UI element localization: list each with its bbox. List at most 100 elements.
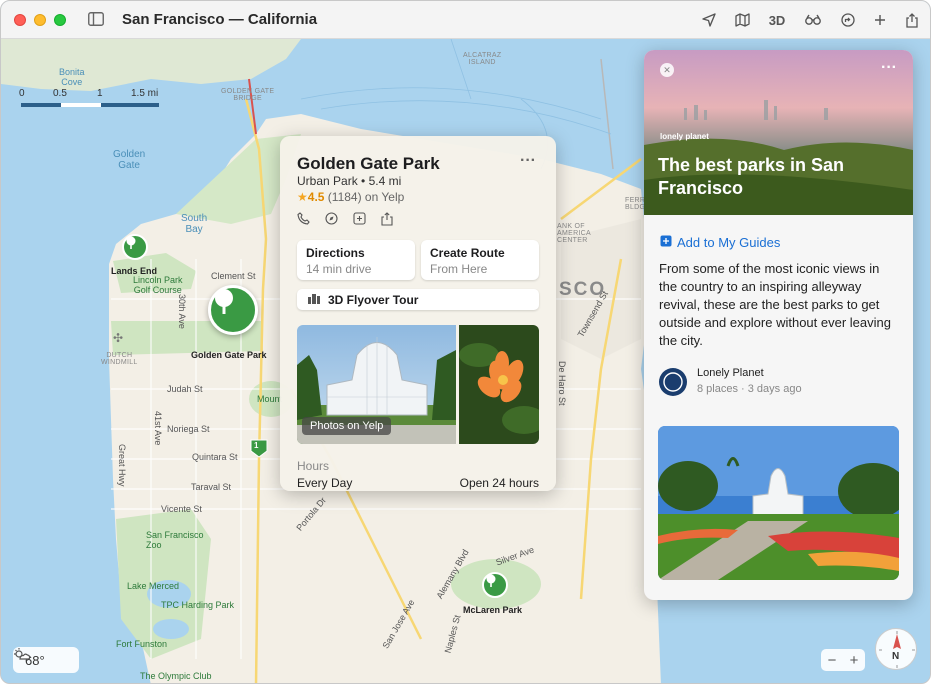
guide-panel: ✕ ··· lonely planet The best parks in Sa… bbox=[644, 50, 913, 600]
map-label-dutch-windmill[interactable]: DUTCH WINDMILL bbox=[101, 352, 138, 366]
guide-title: The best parks in San Francisco bbox=[658, 155, 845, 198]
maps-window: San Francisco — California 3D 0 0.5 1 1.… bbox=[0, 0, 931, 684]
place-title: Golden Gate Park bbox=[297, 154, 440, 173]
place-category: Urban Park bbox=[297, 174, 358, 188]
share-place-icon[interactable] bbox=[381, 212, 395, 226]
park-pin-icon[interactable] bbox=[122, 234, 148, 260]
map-label-vicente-st: Vicente St bbox=[161, 504, 202, 514]
guide-author[interactable]: Lonely Planet bbox=[697, 367, 764, 379]
map-label-30th-ave: 30th Ave bbox=[177, 294, 187, 329]
guide-hero-image: ✕ ··· lonely planet The best parks in Sa… bbox=[644, 50, 913, 215]
scale-label: 0 bbox=[19, 88, 25, 99]
add-to-my-guides-button[interactable]: Add to My Guides bbox=[660, 234, 780, 250]
map-label-fort-funston[interactable]: Fort Funston bbox=[116, 639, 167, 649]
mclaren-park-pin-icon[interactable] bbox=[482, 572, 508, 598]
map-scale: 0 0.5 1 1.5 mi bbox=[19, 88, 169, 110]
phone-icon[interactable] bbox=[297, 212, 311, 226]
place-card: Golden Gate Park ··· Urban Park • 5.4 mi… bbox=[280, 136, 556, 491]
map-label-south-bay: South Bay bbox=[181, 213, 208, 235]
map-label-taraval-st: Taraval St bbox=[191, 482, 232, 492]
hours-days: Every Day bbox=[297, 476, 353, 490]
lonely-planet-logo: lonely planet bbox=[660, 132, 709, 141]
map-label-alcatraz[interactable]: ALCATRAZ ISLAND bbox=[463, 52, 501, 66]
directions-icon[interactable] bbox=[838, 10, 858, 30]
scale-bar bbox=[21, 103, 159, 107]
map-label-lake-merced[interactable]: Lake Merced bbox=[127, 581, 179, 591]
guide-more-icon[interactable]: ··· bbox=[881, 59, 897, 77]
photos-on-yelp-tag[interactable]: Photos on Yelp bbox=[302, 417, 392, 435]
map-label-lincoln-park[interactable]: Lincoln Park Golf Course bbox=[133, 275, 183, 295]
place-distance: 5.4 mi bbox=[368, 174, 402, 188]
look-around-icon[interactable] bbox=[803, 10, 823, 30]
minimize-window-button[interactable] bbox=[34, 14, 46, 26]
map-label-bonita-cove: Bonita Cove bbox=[59, 67, 85, 87]
place-rating[interactable]: ★4.5 (1184) on Yelp bbox=[297, 190, 404, 204]
place-subtitle: Urban Park • 5.4 mi bbox=[297, 174, 402, 188]
guide-place-photo[interactable] bbox=[658, 426, 899, 580]
map-label-41st-ave: 41st Ave bbox=[153, 411, 163, 446]
map-label-mount: Mount bbox=[257, 394, 283, 404]
flyover-tour-button[interactable]: 3D Flyover Tour bbox=[297, 289, 539, 310]
create-route-label: Create Route bbox=[430, 246, 505, 260]
map-label-city: SCO bbox=[559, 279, 607, 300]
compass-icon[interactable]: N bbox=[875, 628, 917, 670]
add-icon[interactable] bbox=[870, 10, 890, 30]
flower-photo[interactable] bbox=[459, 325, 539, 444]
map-label-de-haro-st: De Haro St bbox=[557, 361, 567, 406]
hours-time: Open 24 hours bbox=[459, 476, 539, 490]
map-label-noriega-st: Noriega St bbox=[167, 424, 210, 434]
zoom-window-button[interactable] bbox=[54, 14, 66, 26]
map-label-golden-gate-bridge[interactable]: GOLDEN GATE BRIDGE bbox=[221, 88, 274, 102]
close-guide-button[interactable]: ✕ bbox=[660, 63, 674, 77]
weather-widget[interactable]: 68° bbox=[13, 647, 79, 673]
guide-plus-icon bbox=[660, 234, 672, 250]
map-label-great-hwy: Great Hwy bbox=[117, 444, 127, 487]
directions-button[interactable]: Directions 14 min drive bbox=[297, 240, 415, 280]
rating-value: 4.5 bbox=[307, 190, 325, 204]
place-actions bbox=[297, 212, 395, 226]
map-label-clement-st: Clement St bbox=[211, 271, 256, 281]
map-label-bank-of-america[interactable]: ANK OF AMERICA CENTER bbox=[557, 223, 591, 244]
close-window-button[interactable] bbox=[14, 14, 26, 26]
map-label-mclaren-park[interactable]: McLaren Park bbox=[463, 605, 522, 615]
add-to-guide-icon[interactable] bbox=[353, 212, 367, 226]
hours-label: Hours bbox=[297, 459, 330, 473]
map-label-judah-st: Judah St bbox=[167, 384, 203, 394]
guide-description: From some of the most iconic views in th… bbox=[659, 261, 891, 348]
directions-drive-time: 14 min drive bbox=[306, 262, 372, 276]
flyover-label: 3D Flyover Tour bbox=[328, 292, 419, 307]
create-route-button[interactable]: Create Route From Here bbox=[421, 240, 539, 280]
lonely-planet-avatar[interactable] bbox=[659, 368, 687, 396]
title-bar: San Francisco — California 3D bbox=[1, 1, 930, 39]
buildings-icon bbox=[307, 292, 321, 307]
map-label-golden-gate-water: Golden Gate bbox=[113, 149, 146, 171]
guide-meta: 8 places · 3 days ago bbox=[697, 383, 802, 395]
scale-label: 1.5 mi bbox=[131, 88, 159, 99]
location-arrow-icon[interactable] bbox=[699, 10, 719, 30]
route-1-label: 1 bbox=[254, 441, 259, 450]
three-d-button[interactable]: 3D bbox=[765, 10, 789, 30]
share-icon[interactable] bbox=[902, 10, 922, 30]
map-label-sf-zoo[interactable]: San Francisco Zoo bbox=[146, 530, 204, 550]
more-options-icon[interactable]: ··· bbox=[520, 152, 536, 170]
windmill-icon: ✣ bbox=[113, 331, 124, 345]
add-to-guides-label: Add to My Guides bbox=[677, 234, 781, 250]
map-label-golden-gate-park[interactable]: Golden Gate Park bbox=[191, 350, 267, 360]
map-mode-icon[interactable] bbox=[732, 10, 752, 30]
directions-label: Directions bbox=[306, 246, 365, 260]
star-icon: ★ bbox=[297, 190, 308, 204]
window-title: San Francisco — California bbox=[122, 11, 318, 28]
zoom-in-button[interactable]: + bbox=[850, 652, 859, 669]
selected-park-pin-icon[interactable] bbox=[208, 285, 258, 335]
scale-label: 1 bbox=[97, 88, 103, 99]
map-label-quintara-st: Quintara St bbox=[192, 452, 238, 462]
map-label-olympic-club[interactable]: The Olympic Club bbox=[140, 671, 212, 681]
zoom-controls: − + bbox=[821, 649, 865, 671]
create-route-sub: From Here bbox=[430, 262, 488, 276]
review-count: (1184) on Yelp bbox=[327, 190, 405, 204]
scale-label: 0.5 bbox=[53, 88, 67, 99]
zoom-out-button[interactable]: − bbox=[828, 652, 837, 669]
website-icon[interactable] bbox=[325, 212, 339, 226]
sidebar-toggle-icon[interactable] bbox=[88, 12, 104, 26]
map-label-tpc-harding[interactable]: TPC Harding Park bbox=[161, 600, 234, 610]
